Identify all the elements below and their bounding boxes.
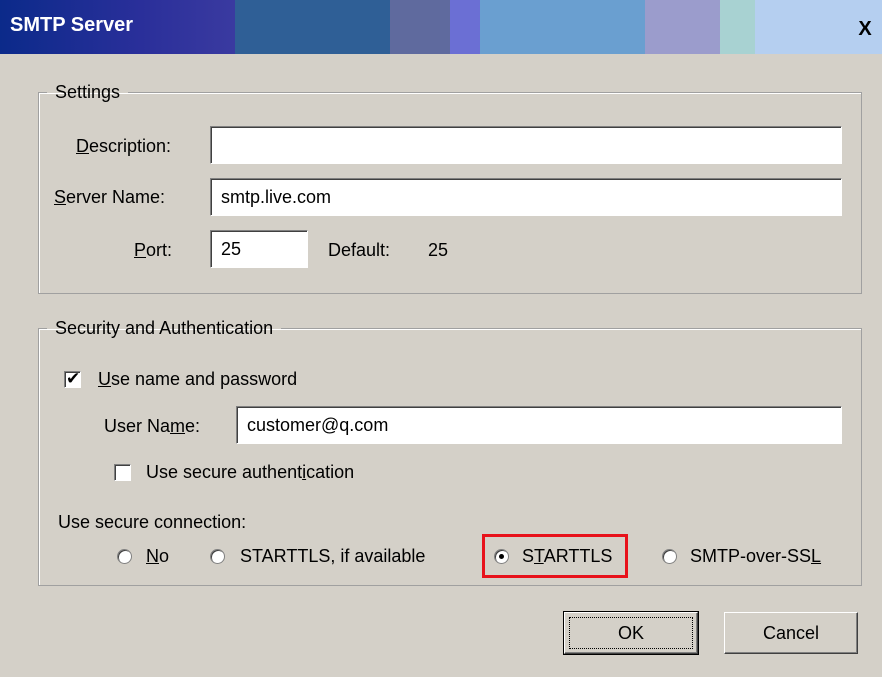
radio-smtp-over-ssl[interactable]: [662, 549, 677, 564]
cancel-button[interactable]: Cancel: [724, 612, 858, 654]
close-icon[interactable]: X: [854, 18, 876, 40]
server-name-field[interactable]: smtp.live.com: [210, 178, 842, 216]
use-name-password-label[interactable]: Use name and password: [98, 369, 297, 390]
radio-no[interactable]: [117, 549, 132, 564]
radio-smtp-over-ssl-label[interactable]: SMTP-over-SSL: [690, 546, 821, 567]
smtp-server-dialog: SMTP Server X Settings Description: Serv…: [0, 0, 882, 677]
checkmark-icon: ✔: [66, 369, 81, 388]
title-bar[interactable]: SMTP Server X: [0, 0, 882, 54]
description-label: Description:: [76, 136, 172, 156]
server-name-label: Server Name:: [54, 187, 166, 207]
window-title: SMTP Server: [10, 14, 134, 36]
radio-starttls-label[interactable]: STARTTLS: [522, 546, 612, 567]
radio-starttls[interactable]: [494, 549, 509, 564]
radio-selected-dot: [499, 554, 504, 559]
ok-button[interactable]: OK: [563, 611, 699, 655]
port-field[interactable]: 25: [210, 230, 308, 268]
default-port-value: 25: [428, 240, 449, 260]
radio-starttls-if-available-label[interactable]: STARTTLS, if available: [240, 546, 425, 567]
radio-starttls-if-available[interactable]: [210, 549, 225, 564]
default-port-label: Default:: [328, 240, 391, 260]
user-name-label: User Name:: [104, 416, 201, 436]
radio-no-label[interactable]: No: [146, 546, 169, 567]
secure-auth-label[interactable]: Use secure authentication: [146, 462, 354, 483]
use-name-password-checkbox[interactable]: ✔: [64, 369, 81, 388]
port-label: Port:: [134, 240, 173, 260]
focus-rect: [569, 617, 693, 649]
secure-connection-label: Use secure connection:: [58, 512, 247, 532]
secure-auth-checkbox[interactable]: [114, 464, 131, 481]
settings-legend: Settings: [55, 82, 121, 102]
user-name-field[interactable]: customer@q.com: [236, 406, 842, 444]
description-field[interactable]: [210, 126, 842, 164]
security-legend: Security and Authentication: [55, 318, 274, 338]
